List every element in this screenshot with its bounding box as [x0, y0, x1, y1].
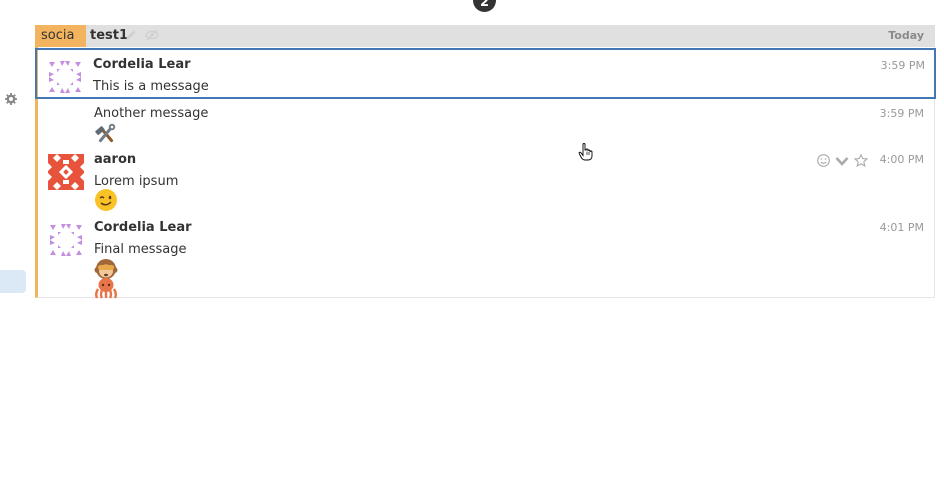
message-row[interactable]: Cordelia Lear This is a message 3:59 PM — [35, 48, 936, 99]
sender-name[interactable]: aaron — [94, 152, 136, 167]
message-content: Another message — [94, 106, 209, 121]
notification-badge[interactable]: 2 — [473, 0, 496, 12]
sender-name[interactable]: Cordelia Lear — [94, 220, 192, 235]
message-row[interactable]: Another message 3:59 PM — [38, 101, 935, 147]
message-time[interactable]: 3:59 PM — [881, 59, 925, 72]
date-label: Today — [888, 29, 924, 42]
hammer-and-wrench-emoji — [95, 123, 116, 143]
message-row[interactable]: aaron Lorem ipsum 4:00 PM — [38, 147, 935, 215]
smiley-icon[interactable] — [817, 154, 830, 167]
star-icon[interactable] — [854, 154, 868, 167]
hand-cursor-icon — [578, 143, 593, 161]
avatar[interactable] — [48, 222, 84, 258]
topic-label[interactable]: test1 — [90, 25, 128, 47]
octopus-emoji — [95, 278, 117, 299]
recipient-bar: social test1 Today — [35, 25, 935, 47]
sidebar-active-item[interactable] — [0, 270, 26, 293]
message-content: This is a message — [93, 79, 209, 94]
winking-face-emoji — [95, 189, 117, 211]
avatar[interactable] — [48, 154, 84, 190]
avatar[interactable] — [47, 59, 83, 95]
message-time[interactable]: 4:00 PM — [880, 153, 924, 166]
pencil-icon[interactable] — [125, 29, 137, 41]
stream-label-arrow — [75, 25, 82, 47]
sender-name[interactable]: Cordelia Lear — [93, 57, 191, 72]
notification-count: 2 — [479, 0, 490, 10]
chevron-down-icon[interactable] — [835, 156, 849, 166]
message-row[interactable]: Cordelia Lear Final message 4:01 PM — [38, 215, 935, 299]
message-time[interactable]: 3:59 PM — [880, 107, 924, 120]
message-content: Final message — [94, 242, 187, 257]
eye-slash-icon[interactable] — [145, 29, 159, 41]
message-list: Cordelia Lear This is a message 3:59 PM … — [35, 47, 936, 299]
gear-icon[interactable] — [5, 93, 17, 105]
message-time[interactable]: 4:01 PM — [880, 221, 924, 234]
message-content: Lorem ipsum — [94, 174, 179, 189]
